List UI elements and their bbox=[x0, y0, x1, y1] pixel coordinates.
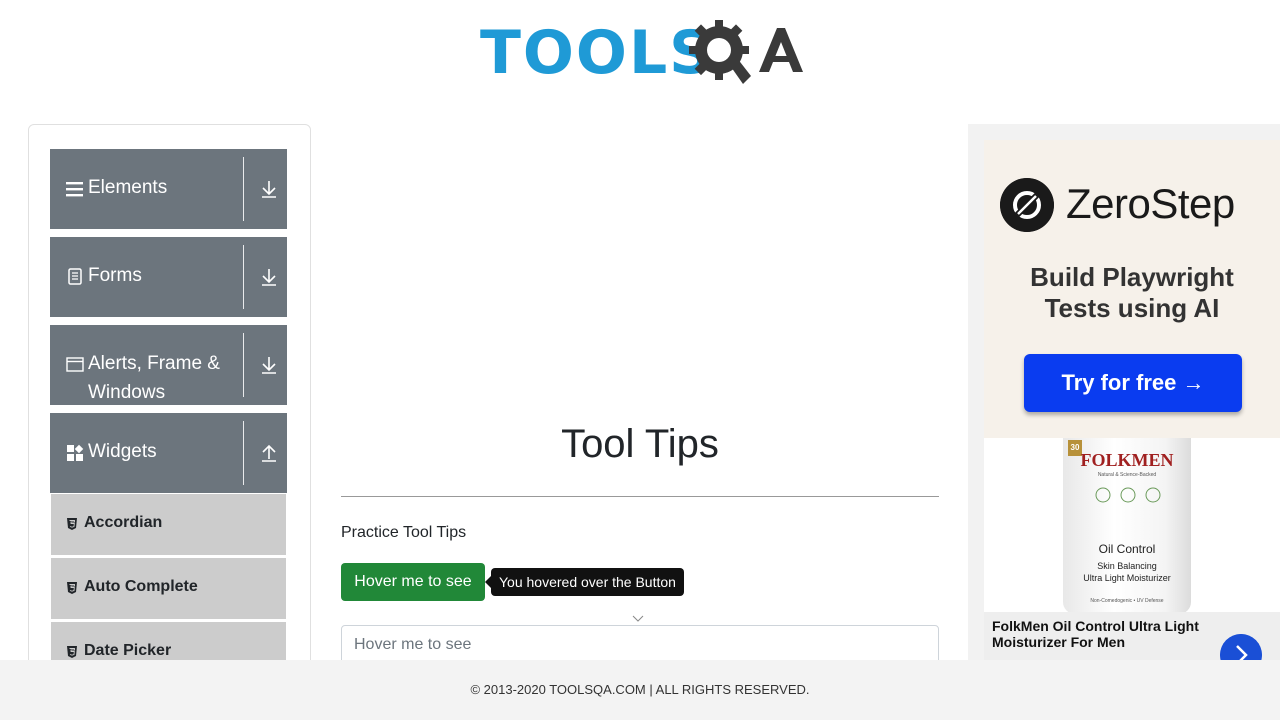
ad-tagline-line2: Tests using AI bbox=[1044, 293, 1220, 323]
footer: © 2013-2020 TOOLSQA.COM | ALL RIGHTS RES… bbox=[0, 660, 1280, 720]
ad-brand: ZeroStep bbox=[1066, 180, 1235, 227]
html5-icon bbox=[67, 646, 77, 658]
sidebar-group-widgets[interactable]: Widgets bbox=[50, 413, 287, 493]
divider bbox=[341, 496, 939, 497]
widgets-icon bbox=[67, 444, 84, 461]
gear-magnifier-icon bbox=[689, 20, 803, 84]
tooltip: You hovered over the Button bbox=[485, 568, 684, 596]
product-sub-line2: Ultra Light Moisturizer bbox=[1083, 573, 1171, 583]
sidebar-group-label: Alerts, Frame & bbox=[88, 353, 220, 374]
download-arrow-icon[interactable] bbox=[260, 179, 278, 199]
ad-tagline: Build Playwright Tests using AI bbox=[984, 262, 1280, 324]
product-brand-sub: Natural & Science-Backed bbox=[1097, 472, 1157, 478]
html5-icon bbox=[67, 518, 77, 530]
product-name: Oil Control bbox=[1098, 542, 1156, 556]
window-icon bbox=[66, 357, 84, 372]
certification-icons bbox=[1095, 487, 1161, 503]
sidebar-group-label-line2: Windows bbox=[88, 382, 166, 403]
footer-copyright: © 2013-2020 TOOLSQA.COM | ALL RIGHTS RES… bbox=[470, 682, 810, 697]
separator bbox=[243, 157, 244, 221]
sidebar-group-alerts-frame-windows[interactable]: Alerts, Frame & Windows bbox=[50, 325, 287, 405]
header: TOOLS bbox=[0, 0, 1280, 110]
zerostep-ad[interactable]: ZeroStep Build Playwright Tests using AI… bbox=[984, 140, 1280, 438]
sidebar-item-auto-complete[interactable]: Auto Complete bbox=[51, 558, 286, 620]
main-content: Tool Tips Practice Tool Tips Hover me to… bbox=[341, 110, 939, 670]
hover-me-button[interactable]: Hover me to see bbox=[341, 563, 485, 601]
sidebar: Elements Forms Alerts, Frame & Windows W… bbox=[28, 124, 311, 684]
separator bbox=[243, 245, 244, 309]
hamburger-icon bbox=[66, 182, 83, 197]
html5-icon bbox=[67, 582, 77, 594]
sidebar-item-label: Auto Complete bbox=[84, 578, 198, 595]
product-brand: FOLKMEN bbox=[1080, 450, 1174, 470]
chevron-down-icon bbox=[632, 615, 644, 622]
separator bbox=[243, 333, 244, 397]
separator bbox=[243, 421, 244, 485]
try-for-free-button[interactable]: Try for free → bbox=[1024, 354, 1242, 412]
logo-text: TOOLS bbox=[480, 18, 715, 88]
sidebar-group-label: Forms bbox=[88, 265, 142, 286]
hover-me-input[interactable] bbox=[341, 625, 939, 665]
page-title: Tool Tips bbox=[561, 422, 719, 466]
sidebar-item-label: Accordian bbox=[84, 514, 163, 531]
upload-arrow-icon[interactable] bbox=[260, 443, 278, 463]
product-sub-line1: Skin Balancing bbox=[1097, 561, 1157, 571]
zerostep-logo-icon bbox=[1000, 178, 1054, 232]
product-sub: Skin Balancing Ultra Light Moisturizer bbox=[1063, 560, 1191, 584]
sidebar-group-label: Widgets bbox=[88, 441, 157, 462]
sidebar-group-label: Elements bbox=[88, 177, 168, 198]
folkmen-ad[interactable]: 30 FOLKMEN Natural & Science-Backed Oil … bbox=[984, 438, 1280, 664]
download-arrow-icon[interactable] bbox=[260, 267, 278, 287]
product-tiny-text: Non-Comedogenic • UV Defense bbox=[1090, 598, 1164, 604]
ad-tagline-line1: Build Playwright bbox=[1030, 262, 1234, 292]
advertisement[interactable]: ZeroStep Build Playwright Tests using AI… bbox=[968, 124, 1280, 664]
product-image: 30 FOLKMEN Natural & Science-Backed Oil … bbox=[1063, 438, 1191, 614]
sidebar-item-accordian[interactable]: Accordian bbox=[51, 494, 286, 556]
practice-label: Practice Tool Tips bbox=[341, 524, 467, 541]
sidebar-group-elements[interactable]: Elements bbox=[50, 149, 287, 229]
download-arrow-icon[interactable] bbox=[260, 355, 278, 375]
toolsqa-logo[interactable]: TOOLS bbox=[480, 14, 805, 92]
sidebar-item-label: Date Picker bbox=[84, 642, 172, 659]
sidebar-group-forms[interactable]: Forms bbox=[50, 237, 287, 317]
document-icon bbox=[68, 268, 82, 285]
